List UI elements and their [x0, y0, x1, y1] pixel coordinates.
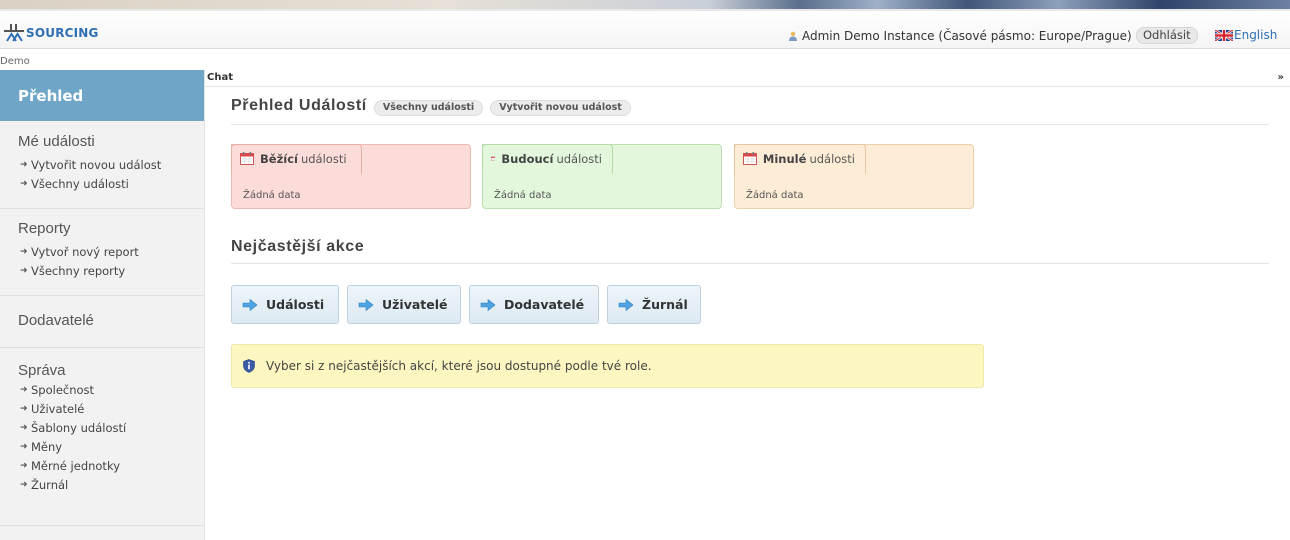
actions-title: Nejčastější akce: [231, 238, 1269, 264]
calendar-icon: [240, 152, 254, 165]
notice-text: Vyber si z nejčastějších akcí, které jso…: [266, 359, 652, 373]
sidebar-link-label: Vytvořit novou událost: [31, 158, 162, 172]
sidebar-title-reports[interactable]: Reporty: [18, 220, 204, 237]
user-info: Admin Demo Instance (Časové pásmo: Europ…: [788, 29, 1132, 43]
arrow-right-icon: [618, 298, 634, 311]
arrow-right-icon: [242, 298, 258, 311]
sidebar-link-create-event[interactable]: ➜ Vytvořit novou událost: [18, 156, 204, 175]
running-events-label: události: [300, 152, 347, 166]
sidebar-link-units[interactable]: ➜ Měrné jednotky: [18, 457, 204, 476]
future-events-empty: Žádná data: [494, 190, 552, 201]
sidebar-title-admin[interactable]: Správa: [18, 362, 204, 379]
arrow-right-icon: ➜: [20, 266, 28, 276]
app-header: SOURCING Admin Demo Instance (Časové pás…: [0, 11, 1290, 49]
arrow-right-icon: ➜: [20, 179, 28, 189]
sidebar-section-my-events: Mé události ➜ Vytvořit novou událost ➜ Vše…: [0, 121, 204, 209]
arrow-right-icon: [358, 298, 374, 311]
sidebar-link-label: Měny: [31, 440, 63, 454]
past-events-empty: Žádná data: [746, 190, 804, 201]
uk-flag-icon: [1215, 29, 1233, 41]
logout-button[interactable]: Odhlásit: [1136, 27, 1198, 44]
sidebar-link-label: Společnost: [31, 383, 95, 397]
user-icon: [789, 31, 797, 41]
sidebar-link-create-report[interactable]: ➜ Vytvoř nový report: [18, 243, 204, 262]
arrow-right-icon: ➜: [20, 461, 28, 471]
past-events-label-bold: Minulé: [762, 152, 807, 166]
arrow-right-icon: ➜: [20, 423, 28, 433]
action-journal-button[interactable]: Žurnál: [607, 285, 701, 324]
action-label: Události: [266, 297, 325, 312]
running-events-label-bold: Běžící: [260, 152, 298, 166]
arrow-right-icon: ➜: [20, 480, 28, 490]
instance-label: Demo: [0, 56, 30, 67]
arrow-right-icon: ➜: [20, 404, 28, 414]
running-events-empty: Žádná data: [243, 190, 301, 201]
sidebar-title-my-events[interactable]: Mé události: [18, 133, 204, 150]
action-label: Uživatelé: [382, 297, 448, 312]
language-label: English: [1234, 28, 1278, 42]
sidebar-link-journal[interactable]: ➜ Žurnál: [18, 476, 204, 495]
sidebar-title-suppliers[interactable]: Dodavatelé: [18, 312, 204, 329]
arrow-right-icon: ➜: [20, 247, 28, 257]
all-events-button[interactable]: Všechny události: [373, 100, 484, 116]
calendar-icon: [491, 156, 496, 161]
future-events-label-bold: Budoucí: [501, 152, 554, 166]
future-events-box: Budoucí události Žádná data: [482, 144, 722, 209]
sidebar-link-all-reports[interactable]: ➜ Všechny reporty: [18, 262, 204, 281]
sidebar-section-reports: Reporty ➜ Vytvoř nový report ➜ Všechny rep…: [0, 209, 204, 296]
arrow-right-icon: ➜: [20, 442, 28, 452]
action-events-button[interactable]: Události: [231, 285, 339, 324]
logo-icon: [4, 24, 24, 42]
chat-bar: Chat »: [205, 70, 1290, 87]
sidebar: Přehled Mé události ➜ Vytvořit novou udál…: [0, 70, 205, 540]
sidebar-link-users[interactable]: ➜ Uživatelé: [18, 400, 204, 419]
past-events-label: události: [809, 152, 855, 166]
running-events-box: Běžící události Žádná data: [231, 144, 471, 209]
sidebar-section-suppliers: Dodavatelé: [0, 296, 204, 348]
future-events-tab[interactable]: Budoucí události: [482, 144, 613, 174]
sidebar-link-label: Všechny události: [31, 177, 129, 191]
arrow-right-icon: ➜: [20, 160, 28, 170]
sidebar-link-label: Uživatelé: [31, 402, 85, 416]
top-banner: [0, 0, 1290, 11]
calendar-icon: [743, 152, 757, 165]
language-switch[interactable]: English: [1215, 28, 1277, 42]
sidebar-link-label: Žurnál: [31, 478, 69, 492]
arrow-right-icon: [480, 298, 496, 311]
sidebar-link-currencies[interactable]: ➜ Měny: [18, 438, 204, 457]
user-info-text: Admin Demo Instance (Časové pásmo: Europ…: [802, 29, 1132, 43]
chat-toggle-icon[interactable]: »: [1278, 72, 1284, 83]
sidebar-item-overview[interactable]: Přehled: [0, 70, 204, 121]
sidebar-link-label: Vytvoř nový report: [31, 245, 139, 259]
future-events-label: události: [556, 152, 602, 166]
page-title-row: Přehled Událostí Všechny události Vytvoř…: [231, 97, 1269, 125]
sidebar-link-label: Šablony událostí: [31, 421, 127, 435]
info-notice: Vyber si z nejčastějších akcí, které jso…: [231, 344, 984, 388]
action-suppliers-button[interactable]: Dodavatelé: [469, 285, 599, 324]
sidebar-link-event-templates[interactable]: ➜ Šablony událostí: [18, 419, 204, 438]
action-label: Dodavatelé: [504, 297, 585, 312]
create-event-button[interactable]: Vytvořit novou událost: [490, 100, 631, 116]
running-events-tab[interactable]: Běžící události: [231, 144, 362, 174]
shield-icon: [243, 359, 255, 373]
sidebar-link-label: Všechny reporty: [31, 264, 126, 278]
action-users-button[interactable]: Uživatelé: [347, 285, 461, 324]
sidebar-section-admin: Správa ➜ Společnost ➜ Uživatelé ➜ Šablony u…: [0, 348, 204, 526]
chat-label[interactable]: Chat: [207, 72, 233, 83]
sidebar-link-all-events[interactable]: ➜ Všechny události: [18, 175, 204, 194]
logo[interactable]: SOURCING: [4, 23, 99, 43]
past-events-tab[interactable]: Minulé události: [734, 144, 866, 174]
past-events-box: Minulé události Žádná data: [734, 144, 974, 209]
page-title: Přehled Událostí: [231, 97, 367, 114]
action-label: Žurnál: [642, 297, 688, 312]
sidebar-link-company[interactable]: ➜ Společnost: [18, 381, 204, 400]
arrow-right-icon: ➜: [20, 385, 28, 395]
sidebar-link-label: Měrné jednotky: [31, 459, 121, 473]
logo-text: SOURCING: [26, 26, 99, 40]
